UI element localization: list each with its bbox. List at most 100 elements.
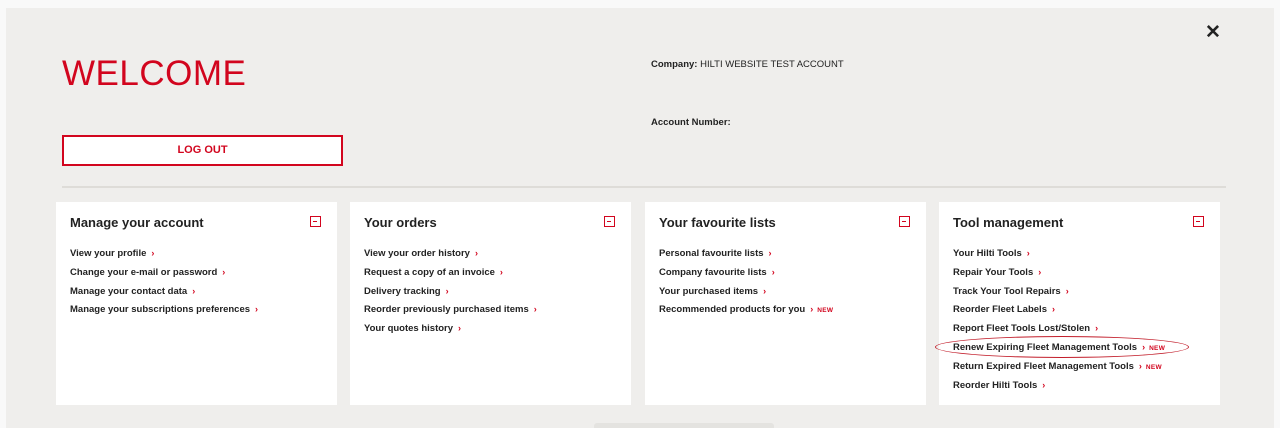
- chevron-right-icon: ›: [1026, 248, 1030, 258]
- link-track-your-tool-repairs[interactable]: Track Your Tool Repairs ›: [953, 286, 1069, 297]
- logout-button[interactable]: LOG OUT: [62, 135, 343, 166]
- link-delivery-tracking[interactable]: Delivery tracking ›: [364, 286, 449, 297]
- link-personal-favourite-lists[interactable]: Personal favourite lists ›: [659, 248, 772, 259]
- collapse-icon[interactable]: [310, 216, 321, 227]
- chevron-right-icon: ›: [458, 323, 462, 334]
- chevron-right-icon: ›: [1051, 304, 1055, 315]
- chevron-right-icon: ›: [1138, 360, 1142, 371]
- card-manage-your-account: Manage your account View your profile › Cha…: [56, 202, 337, 405]
- link-request-a-copy-of-an-invoice[interactable]: Request a copy of an invoice ›: [364, 267, 503, 278]
- link-renew-expiring-fleet-management-tools[interactable]: Renew Expiring Fleet Management Tools ›: [953, 342, 1145, 353]
- card-title: Your orders: [364, 215, 437, 230]
- card-tool-management: Tool management Your Hilti Tools › Repair Y…: [935, 202, 1220, 405]
- link-item-renew-expiring-fleet-management-tools: Renew Expiring Fleet Management Tools › NE…: [935, 335, 1206, 359]
- link-company-favourite-lists[interactable]: Company favourite lists ›: [659, 267, 775, 278]
- chevron-right-icon: ›: [1042, 379, 1046, 390]
- link-label: Reorder Hilti Tools: [953, 379, 1038, 391]
- chevron-right-icon: ›: [1065, 285, 1069, 296]
- account-number-label: Account Number:: [651, 117, 731, 128]
- link-label: Renew Expiring Fleet Management Tools: [953, 341, 1138, 353]
- link-your-quotes-history[interactable]: Your quotes history ›: [364, 323, 461, 334]
- link-label: Reorder Fleet Labels: [953, 304, 1047, 316]
- collapse-icon[interactable]: [899, 216, 910, 227]
- link-item-repair-your-tools: Repair Your Tools ›: [953, 265, 1206, 284]
- link-report-fleet-tools-lost-stolen[interactable]: Report Fleet Tools Lost/Stolen ›: [953, 323, 1098, 334]
- card-your-orders: Your orders View your order history › Reque…: [350, 202, 631, 405]
- link-label: View your order history: [364, 248, 470, 259]
- card-title: Tool management: [953, 215, 1064, 230]
- link-recommended-products-for-you[interactable]: Recommended products for you ›: [659, 304, 813, 315]
- link-item-reorder-hilti-tools: Reorder Hilti Tools ›: [953, 378, 1206, 397]
- welcome-title: WELCOME: [62, 54, 247, 93]
- card-title: Manage your account: [70, 215, 204, 230]
- link-return-expired-fleet-management-tools[interactable]: Return Expired Fleet Management Tools ›: [953, 361, 1142, 372]
- link-item-your-purchased-items: Your purchased items ›: [659, 284, 912, 303]
- card-your-favourite-lists: Your favourite lists Personal favourite l…: [645, 202, 926, 405]
- company-label: Company:: [651, 59, 698, 70]
- link-your-purchased-items[interactable]: Your purchased items ›: [659, 286, 766, 297]
- link-label: Manage your subscriptions preferences: [70, 304, 251, 316]
- chevron-right-icon: ›: [763, 285, 767, 296]
- link-label: Repair Your Tools: [953, 266, 1034, 278]
- link-label: Your purchased items: [659, 285, 759, 297]
- collapse-icon[interactable]: [604, 216, 615, 227]
- link-item-manage-your-contact-data: Manage your contact data ›: [70, 284, 323, 303]
- company-info: Company: HILTI WEBSITE TEST ACCOUNT: [651, 59, 844, 70]
- company-value: HILTI WEBSITE TEST ACCOUNT: [700, 59, 844, 70]
- link-item-view-your-profile: View your profile ›: [70, 246, 323, 265]
- close-icon[interactable]: ✕: [1202, 22, 1224, 44]
- link-item-your-hilti-tools: Your Hilti Tools ›: [953, 246, 1206, 265]
- link-manage-your-contact-data[interactable]: Manage your contact data ›: [70, 286, 195, 297]
- link-repair-your-tools[interactable]: Repair Your Tools ›: [953, 267, 1041, 278]
- chevron-right-icon: ›: [771, 266, 775, 277]
- link-label: Report Fleet Tools Lost/Stolen: [953, 323, 1091, 335]
- chevron-right-icon: ›: [533, 304, 537, 315]
- card-title: Your favourite lists: [659, 215, 776, 230]
- link-label: Personal favourite lists: [659, 248, 764, 259]
- new-badge: NEW: [1145, 363, 1162, 371]
- chevron-right-icon: ›: [445, 285, 449, 296]
- link-label: Change your e-mail or password: [70, 266, 218, 278]
- divider: [62, 186, 1226, 188]
- link-your-hilti-tools[interactable]: Your Hilti Tools ›: [953, 248, 1030, 259]
- chevron-right-icon: ›: [1142, 341, 1146, 352]
- link-item-track-your-tool-repairs: Track Your Tool Repairs ›: [953, 284, 1206, 303]
- link-item-company-favourite-lists: Company favourite lists ›: [659, 265, 912, 284]
- link-change-your-e-mail-or-password[interactable]: Change your e-mail or password ›: [70, 267, 225, 278]
- card-link-list: View your order history › Request a copy o…: [364, 246, 617, 340]
- card-link-list: Personal favourite lists › Company favouri…: [659, 246, 912, 321]
- link-label: View your profile: [70, 248, 147, 259]
- chevron-right-icon: ›: [499, 266, 503, 277]
- card-link-list: View your profile › Change your e-mail or …: [70, 246, 323, 321]
- link-view-your-profile[interactable]: View your profile ›: [70, 248, 154, 259]
- link-manage-your-subscriptions-preferences[interactable]: Manage your subscriptions preferences ›: [70, 304, 258, 315]
- new-badge: NEW: [1149, 344, 1166, 352]
- link-reorder-hilti-tools[interactable]: Reorder Hilti Tools ›: [953, 380, 1045, 391]
- link-item-recommended-products-for-you: Recommended products for you › NEW: [659, 302, 912, 321]
- link-item-request-a-copy-of-an-invoice: Request a copy of an invoice ›: [364, 265, 617, 284]
- link-reorder-previously-purchased-items[interactable]: Reorder previously purchased items ›: [364, 304, 537, 315]
- link-label: Manage your contact data: [70, 285, 188, 297]
- chevron-right-icon: ›: [768, 248, 772, 258]
- chevron-right-icon: ›: [474, 248, 478, 258]
- link-item-change-your-e-mail-or-password: Change your e-mail or password ›: [70, 265, 323, 284]
- link-item-return-expired-fleet-management-tools: Return Expired Fleet Management Tools › NE…: [953, 359, 1206, 378]
- link-label: Recommended products for you: [659, 304, 806, 316]
- chevron-right-icon: ›: [255, 304, 259, 315]
- link-label: Company favourite lists: [659, 266, 767, 278]
- link-item-reorder-previously-purchased-items: Reorder previously purchased items ›: [364, 302, 617, 321]
- link-label: Request a copy of an invoice: [364, 266, 495, 278]
- link-label: Your Hilti Tools: [953, 248, 1022, 259]
- link-label: Delivery tracking: [364, 285, 441, 297]
- chevron-right-icon: ›: [810, 304, 814, 315]
- collapse-icon[interactable]: [1193, 216, 1204, 227]
- scroll-hint: [594, 423, 774, 428]
- link-label: Track Your Tool Repairs: [953, 285, 1061, 297]
- link-reorder-fleet-labels[interactable]: Reorder Fleet Labels ›: [953, 304, 1055, 315]
- link-item-personal-favourite-lists: Personal favourite lists ›: [659, 246, 912, 265]
- card-link-list: Your Hilti Tools › Repair Your Tools › Track…: [935, 246, 1206, 397]
- chevron-right-icon: ›: [1095, 323, 1099, 334]
- link-view-your-order-history[interactable]: View your order history ›: [364, 248, 478, 259]
- link-item-reorder-fleet-labels: Reorder Fleet Labels ›: [953, 302, 1206, 321]
- link-item-manage-your-subscriptions-preferences: Manage your subscriptions preferences ›: [70, 302, 323, 321]
